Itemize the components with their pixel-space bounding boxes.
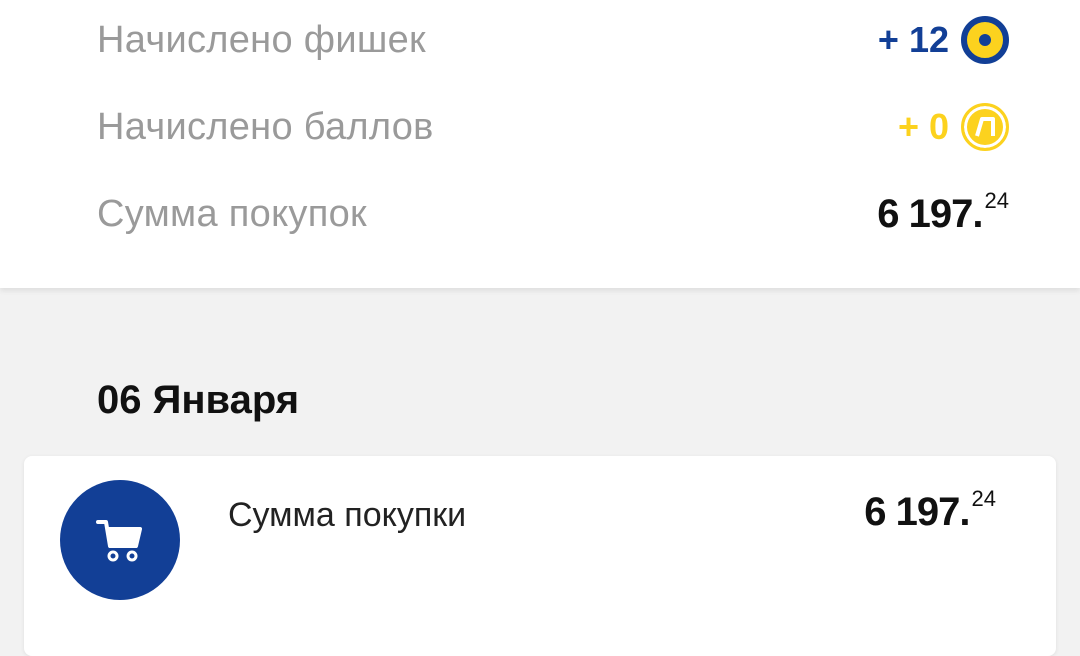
points-value: + 0 — [897, 106, 949, 147]
total-row: Сумма покупок 6 197. 24 — [97, 184, 1009, 244]
total-amount: 6 197. 24 — [877, 190, 1009, 238]
chip-coin-icon — [961, 16, 1009, 64]
chips-value-group: + 12 — [878, 16, 1009, 64]
purchase-card[interactable]: Сумма покупки 6 197. 24 — [24, 456, 1056, 656]
purchase-amount: 6 197. 24 — [864, 488, 996, 536]
purchase-amount-main: 6 197. — [864, 490, 970, 534]
date-header: 06 Января — [97, 378, 300, 422]
cart-icon — [96, 520, 142, 562]
purchase-label: Сумма покупки — [228, 496, 467, 534]
summary-card: Начислено фишек + 12 Начислено баллов + … — [0, 0, 1080, 288]
total-label: Сумма покупок — [97, 192, 367, 235]
points-value-group: + 0 — [898, 103, 1009, 151]
points-coin-icon — [961, 103, 1009, 151]
purchase-amount-cents: 24 — [971, 486, 996, 511]
chips-label: Начислено фишек — [97, 18, 426, 61]
points-row: Начислено баллов + 0 — [97, 97, 1009, 157]
chips-row: Начислено фишек + 12 — [97, 10, 1009, 70]
points-label: Начислено баллов — [97, 105, 434, 148]
total-amount-cents: 24 — [984, 188, 1009, 213]
cart-avatar — [60, 480, 180, 600]
total-amount-main: 6 197. — [877, 192, 983, 236]
chips-value: + 12 — [877, 19, 949, 60]
